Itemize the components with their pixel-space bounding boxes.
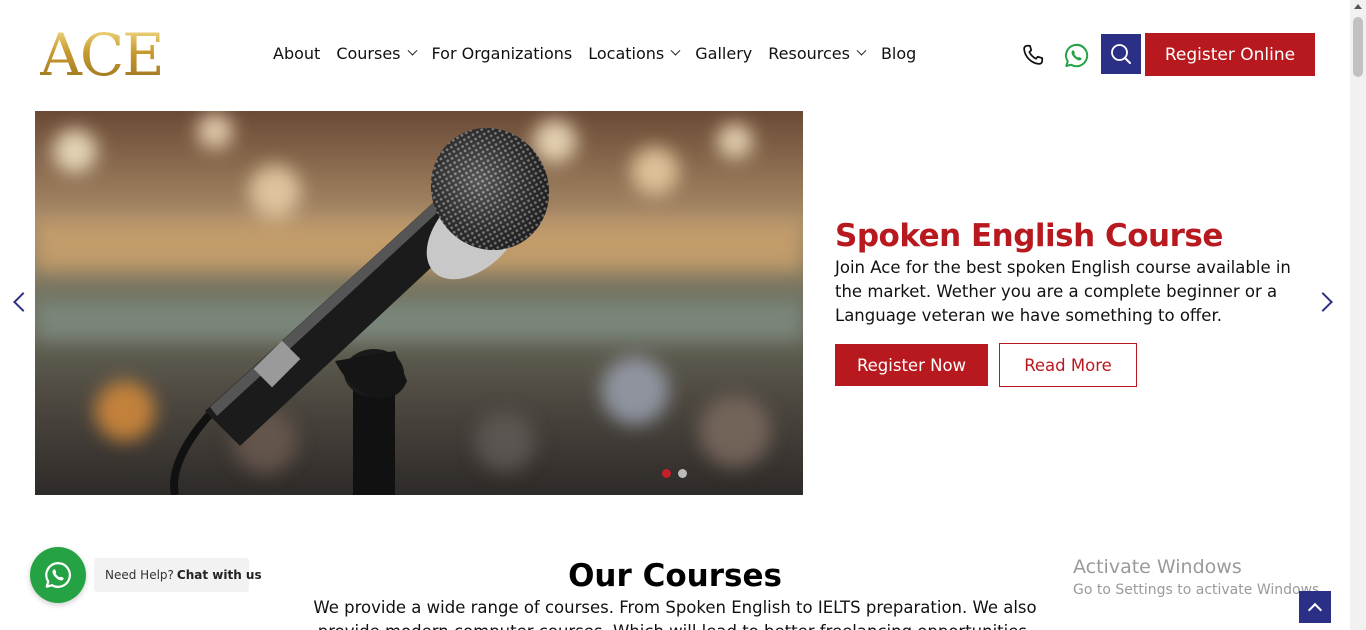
ace-logo[interactable]: ACE: [40, 26, 165, 84]
nav-item-gallery[interactable]: Gallery: [695, 44, 752, 63]
main-nav: About Courses For Organizations Location…: [273, 44, 932, 63]
watermark-line-2: Go to Settings to activate Windows.: [1073, 582, 1324, 598]
watermark-line-1: Activate Windows: [1073, 556, 1242, 578]
search-icon: [1111, 44, 1131, 64]
page-scrollbar[interactable]: [1350, 0, 1366, 630]
courses-description: We provide a wide range of courses. From…: [313, 598, 1037, 630]
hero-image-microphone: [35, 111, 803, 495]
nav-item-resources[interactable]: Resources: [768, 44, 867, 63]
nav-item-label: Locations: [588, 44, 665, 63]
chat-help-bubble[interactable]: Need Help? Chat with us: [94, 558, 262, 592]
slider-dot-2[interactable]: [678, 469, 687, 478]
hero-description: Join Ace for the best spoken English cou…: [835, 258, 1291, 325]
nav-item-label: About: [273, 44, 321, 63]
slider-prev-arrow[interactable]: [13, 292, 33, 312]
slider-dot-1[interactable]: [662, 469, 671, 478]
scroll-up-arrow[interactable]: [1354, 4, 1362, 9]
register-online-button[interactable]: Register Online: [1145, 33, 1315, 76]
chat-help-prefix: Need Help?: [105, 568, 174, 582]
chevron-down-icon: [670, 45, 681, 56]
nav-item-label: Gallery: [695, 44, 753, 63]
phone-icon[interactable]: [1020, 42, 1046, 68]
search-button[interactable]: [1101, 34, 1141, 74]
nav-item-about[interactable]: About: [273, 44, 320, 63]
nav-item-label: Resources: [768, 44, 850, 63]
chevron-down-icon: [856, 45, 867, 56]
site-header: ACE About Courses For Organizations Loca…: [0, 0, 1350, 110]
chevron-down-icon: [407, 45, 417, 56]
hero-title: Spoken English Course: [835, 218, 1223, 254]
nav-item-for-organizations[interactable]: For Organizations: [432, 44, 573, 63]
nav-item-courses[interactable]: Courses: [336, 44, 417, 63]
chevron-up-icon: [1307, 602, 1323, 617]
chat-help-cta: Chat with us: [176, 568, 262, 582]
nav-item-blog[interactable]: Blog: [881, 44, 916, 63]
slider-next-arrow[interactable]: [1313, 292, 1333, 312]
register-now-button[interactable]: Register Now: [835, 344, 988, 386]
whatsapp-icon: [45, 562, 71, 588]
nav-item-label: Courses: [336, 44, 401, 63]
scroll-thumb[interactable]: [1353, 17, 1363, 77]
nav-item-label: For Organizations: [431, 44, 573, 63]
whatsapp-icon[interactable]: [1063, 42, 1090, 69]
nav-item-label: Blog: [880, 44, 917, 63]
whatsapp-chat-button[interactable]: [30, 547, 86, 603]
slider-dots: [662, 469, 687, 478]
back-to-top-button[interactable]: [1299, 591, 1331, 623]
nav-item-locations[interactable]: Locations: [588, 44, 681, 63]
activate-windows-watermark: Activate Windows Go to Settings to activ…: [1073, 556, 1324, 602]
read-more-button[interactable]: Read More: [999, 343, 1137, 387]
